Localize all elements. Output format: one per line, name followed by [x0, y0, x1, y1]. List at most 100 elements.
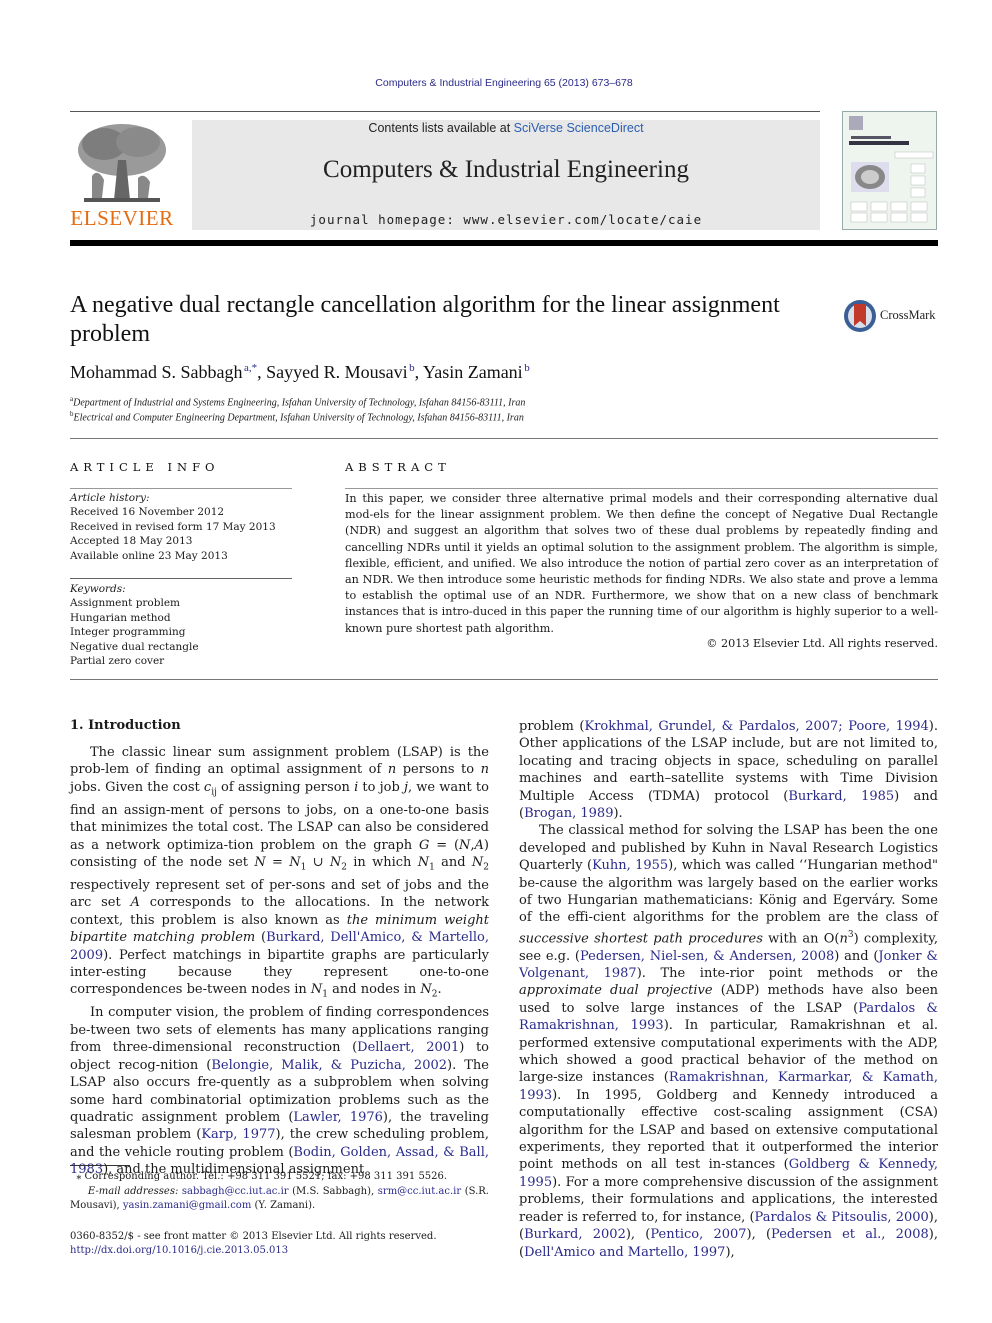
- math-or-emphasis: j: [403, 779, 408, 795]
- author-marks[interactable]: b: [524, 362, 530, 374]
- citation-link[interactable]: Dellaert, 2001: [357, 1040, 459, 1055]
- elsevier-wordmark: ELSEVIER: [70, 206, 174, 230]
- citation-link[interactable]: Kuhn, 1955: [592, 858, 668, 873]
- citation-link[interactable]: Dell'Amico and Martello, 1997: [524, 1245, 725, 1260]
- elsevier-logo: ELSEVIER: [70, 120, 174, 232]
- paragraph: In computer vision, the problem of findi…: [70, 1005, 489, 1178]
- math-or-emphasis: N: [471, 855, 484, 871]
- author-name[interactable]: Yasin Zamani: [423, 362, 523, 382]
- citation-link[interactable]: Pedersen et al., 2008: [771, 1227, 929, 1242]
- email-link[interactable]: yasin.zamani@gmail.com: [123, 1200, 251, 1211]
- math-or-emphasis: successive shortest path procedures: [519, 931, 763, 947]
- math-or-emphasis: N: [310, 982, 323, 998]
- journal-name: Computers & Industrial Engineering: [323, 156, 689, 183]
- body-column-right: problem (Krokhmal, Grundel, & Pardalos, …: [519, 718, 938, 1261]
- math-or-emphasis: approximate dual projective: [519, 983, 713, 999]
- citation-link[interactable]: Krokhmal, Grundel, & Pardalos, 2007; Poo…: [584, 719, 928, 734]
- journal-reference[interactable]: Computers & Industrial Engineering 65 (2…: [0, 77, 992, 89]
- subscript: 1: [322, 990, 329, 1001]
- footnote-emails: E-mail addresses: sabbagh@cc.iut.ac.ir (…: [70, 1185, 489, 1212]
- header-thick-rule: [70, 240, 938, 246]
- doi-link[interactable]: http://dx.doi.org/10.1016/j.cie.2013.05.…: [70, 1244, 489, 1258]
- keyword: Assignment problem: [70, 597, 181, 610]
- keyword: Hungarian method: [70, 611, 171, 624]
- math-or-emphasis: N: [254, 855, 266, 871]
- citation-link[interactable]: Burkard, 1985: [788, 789, 894, 804]
- affiliation: aDepartment of Industrial and Systems En…: [70, 395, 525, 408]
- citation-link[interactable]: Karp, 1977: [201, 1127, 275, 1142]
- math-or-emphasis: N: [329, 855, 342, 871]
- keyword: Integer programming: [70, 626, 186, 639]
- math-or-emphasis: n: [839, 931, 848, 947]
- math-or-emphasis: A: [474, 837, 484, 853]
- footnote-star: ⁎: [76, 1171, 82, 1182]
- citation-link[interactable]: Pedersen, Niel-sen, & Andersen, 2008: [580, 949, 834, 964]
- journal-homepage: journal homepage: www.elsevier.com/locat…: [192, 212, 820, 227]
- article-history: Article history: Received 16 November 20…: [70, 491, 292, 563]
- keywords: Keywords: Assignment problem Hungarian m…: [70, 582, 292, 668]
- article-info-heading: ARTICLE INFO: [70, 460, 220, 474]
- author-marks[interactable]: a,*: [244, 362, 257, 374]
- email-link[interactable]: sabbagh@cc.iut.ac.ir: [182, 1186, 289, 1197]
- citation-link[interactable]: Brogan, 1989: [524, 806, 613, 821]
- abstract-copyright: © 2013 Elsevier Ltd. All rights reserved…: [706, 637, 938, 650]
- paragraph: The classical method for solving the LSA…: [519, 823, 939, 1260]
- superscript: 3: [847, 929, 854, 940]
- citation-link[interactable]: Belongie, Malik, & Puzicha, 2002: [211, 1058, 447, 1073]
- author-marks[interactable]: b: [409, 362, 415, 374]
- author-name[interactable]: Mohammad S. Sabbagh: [70, 362, 243, 382]
- homepage-link[interactable]: www.elsevier.com/locate/caie: [463, 212, 702, 227]
- homepage-prefix: journal homepage:: [309, 212, 464, 227]
- header-rule: [70, 111, 820, 112]
- history-item: Available online 23 May 2013: [70, 549, 228, 562]
- citation-link[interactable]: Pardalos & Pitsoulis, 2000: [755, 1210, 929, 1225]
- citation-link[interactable]: Lawler, 1976: [293, 1110, 383, 1125]
- paragraph: The classic linear sum assignment proble…: [70, 745, 490, 1001]
- author-name[interactable]: Sayyed R. Mousavi: [266, 362, 408, 382]
- crossmark-label: CrossMark: [880, 308, 936, 322]
- elsevier-tree-icon: [74, 120, 170, 206]
- email-label: E-mail addresses:: [87, 1185, 179, 1197]
- crossmark-icon: [844, 300, 876, 332]
- citation-link[interactable]: Pardalos & Ramakrishnan, 1993: [519, 1001, 938, 1033]
- contents-available: Contents lists available at SciVerse Sci…: [192, 121, 820, 135]
- journal-cover-thumbnail[interactable]: [842, 111, 937, 230]
- citation-link[interactable]: Burkard, 2002: [524, 1227, 626, 1242]
- journal-cover-icon: [849, 116, 934, 223]
- affiliation: bElectrical and Computer Engineering Dep…: [70, 410, 524, 423]
- sciencedirect-link[interactable]: SciVerse ScienceDirect: [514, 121, 644, 135]
- author-list: Mohammad S. Sabbagh a,*, Sayyed R. Mousa…: [70, 362, 530, 382]
- divider: [70, 488, 292, 489]
- paragraph: problem (Krokhmal, Grundel, & Pardalos, …: [519, 719, 939, 822]
- math-or-emphasis: n: [480, 762, 489, 778]
- math-or-emphasis: i: [354, 779, 359, 795]
- divider: [345, 488, 938, 489]
- footnote-line: ⁎ Corresponding author. Tel.: +98 311 39…: [70, 1170, 489, 1185]
- contents-prefix: Contents lists available at: [368, 121, 514, 135]
- front-matter: 0360-8352/$ - see front matter © 2013 El…: [70, 1230, 489, 1258]
- subscript: 2: [341, 862, 347, 873]
- citation-link[interactable]: Goldberg & Kennedy, 1995: [519, 1157, 938, 1189]
- math-or-emphasis: A: [130, 895, 140, 911]
- footnote-rule: [70, 1165, 130, 1166]
- subscript: ij: [211, 787, 217, 798]
- section-heading: 1. Introduction: [70, 718, 181, 733]
- article-title: A negative dual rectangle cancellation a…: [70, 292, 780, 347]
- math-or-emphasis: N: [459, 837, 471, 853]
- citation-link[interactable]: Pentico, 2007: [650, 1227, 746, 1242]
- crossmark-badge[interactable]: CrossMark: [842, 298, 942, 334]
- abstract-heading: ABSTRACT: [345, 460, 451, 474]
- math-or-emphasis: N: [289, 855, 301, 871]
- math-or-emphasis: n: [387, 762, 397, 778]
- history-label: Article history:: [70, 492, 150, 504]
- body-column-left: The classic linear sum assignment proble…: [70, 744, 489, 1179]
- affiliation-text: Electrical and Computer Engineering Depa…: [73, 412, 524, 424]
- footnote-contact: Corresponding author. Tel.: +98 311 391 …: [84, 1171, 448, 1182]
- keyword: Negative dual rectangle: [70, 640, 199, 653]
- history-item: Accepted 18 May 2013: [70, 535, 193, 548]
- math-or-emphasis: N: [420, 982, 432, 998]
- keywords-label: Keywords:: [70, 583, 126, 595]
- email-owner: (M.S. Sabbagh): [292, 1185, 372, 1197]
- citation-link[interactable]: Ramakrishnan, Karmarkar, & Kamath, 1993: [519, 1070, 938, 1102]
- email-link[interactable]: srm@cc.iut.ac.ir: [378, 1186, 461, 1197]
